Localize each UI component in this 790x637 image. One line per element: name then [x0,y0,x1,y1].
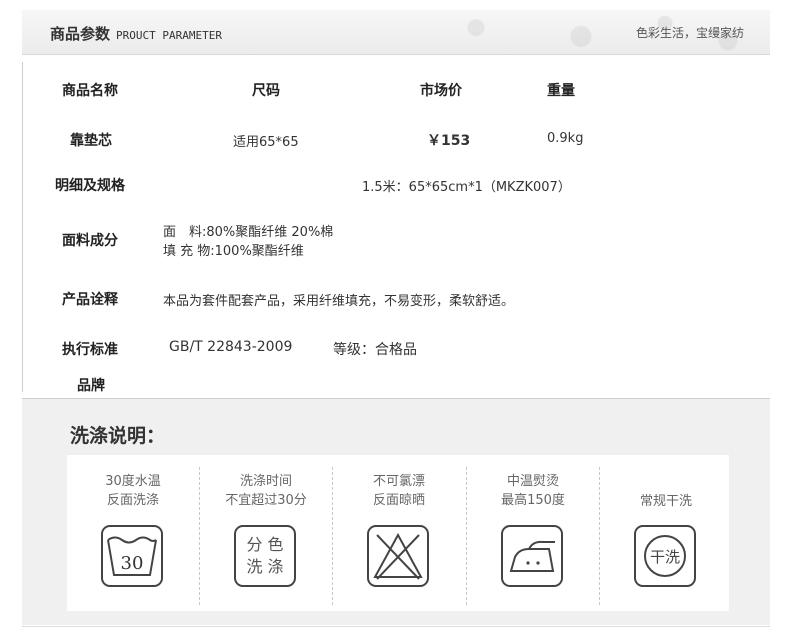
washing-item: 常规干洗 干洗 [600,455,732,611]
washing-item: 不可氯漂 反面晾晒 [333,455,465,611]
col-header-size: 尺码 [252,83,280,99]
washing-instructions: 洗涤说明： 30度水温 反面洗涤 30 洗涤时间 不宜超过30分 分 色洗 涤 不可… [22,398,770,625]
washing-item-text: 不可氯漂 反面晾晒 [372,474,425,508]
col-header-weight: 重量 [547,83,575,99]
no-bleach-icon [367,525,429,587]
washing-panel: 30度水温 反面洗涤 30 洗涤时间 不宜超过30分 分 色洗 涤 不可氯漂 反面晾晒 [67,455,729,611]
iron-medium-icon [501,525,563,587]
washing-item-text: 常规干洗 [639,494,692,509]
standard-label: 执行标准 [62,342,118,358]
grade-value: 等级：合格品 [333,342,417,358]
table-left-border [22,62,23,392]
washing-item: 中温熨烫 最高150度 [467,455,599,611]
standard-value: GB/T 22843-2009 [169,339,293,355]
product-name: 靠垫芯 [70,133,112,149]
fabric-line-1: 面 料:80%聚酯纤维 20%棉 [163,225,334,240]
spec-value: 1.5米：65*65cm*1（MKZK007） [362,180,571,195]
product-size: 适用65*65 [233,135,299,150]
brand-slogan: 色彩生活，宝缦家纺 [635,26,744,40]
section-title-english: PROUCT PARAMETER [116,29,222,42]
spec-label: 明细及规格 [55,178,125,194]
col-header-name: 商品名称 [62,83,118,99]
parameter-header: 商品参数 PROUCT PARAMETER 色彩生活，宝缦家纺 [22,10,770,55]
washing-item-text: 洗涤时间 不宜超过30分 [225,474,307,508]
svg-text:干洗: 干洗 [650,548,680,566]
product-weight: 0.9kg [547,131,584,146]
wash-30-icon: 30 [101,525,163,587]
dry-clean-icon: 干洗 [634,525,696,587]
washing-item: 30度水温 反面洗涤 30 [67,455,199,611]
fabric-label: 面料成分 [62,233,118,249]
washing-item-text: 30度水温 反面洗涤 [105,474,161,508]
fabric-line-2: 填 充 物:100%聚酯纤维 [163,244,304,259]
bottom-border [22,626,770,627]
svg-text:30: 30 [121,553,144,574]
description-value: 本品为套件配套产品，采用纤维填充，不易变形，柔软舒适。 [163,294,515,309]
separate-colors-icon: 分 色洗 涤 [234,525,296,587]
brand-label: 品牌 [77,378,105,394]
section-title: 商品参数 PROUCT PARAMETER [50,25,222,43]
washing-title: 洗涤说明： [70,425,166,447]
description-label: 产品诠释 [62,292,118,308]
washing-item: 洗涤时间 不宜超过30分 分 色洗 涤 [200,455,332,611]
col-header-price: 市场价 [420,83,462,99]
washing-item-text: 中温熨烫 最高150度 [501,474,565,508]
product-price: ￥153 [427,133,471,149]
